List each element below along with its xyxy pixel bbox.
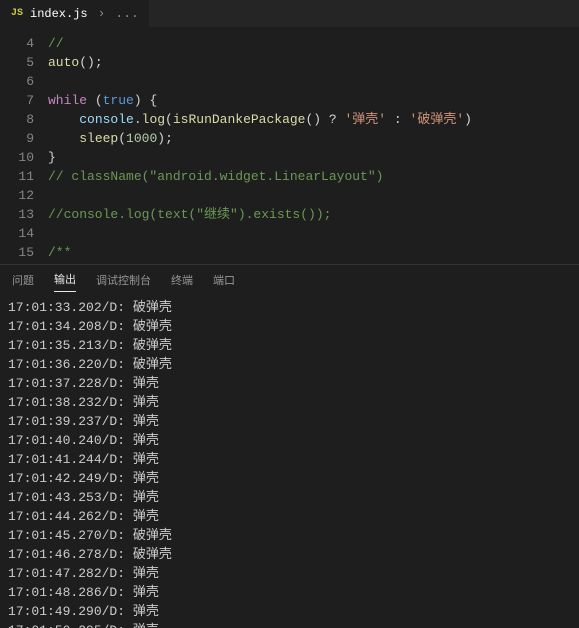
output-line: 17:01:36.220/D: 破弹壳 <box>8 355 571 374</box>
code-line[interactable]: auto(); <box>48 53 579 72</box>
code-line[interactable] <box>48 186 579 205</box>
output-line: 17:01:38.232/D: 弹壳 <box>8 393 571 412</box>
code-line[interactable]: } <box>48 148 579 167</box>
breadcrumb-more[interactable]: ... <box>115 6 138 21</box>
line-number: 10 <box>0 148 34 167</box>
panel-tab-debug-console[interactable]: 调试控制台 <box>96 268 151 292</box>
output-line: 17:01:42.249/D: 弹壳 <box>8 469 571 488</box>
output-line: 17:01:44.262/D: 弹壳 <box>8 507 571 526</box>
line-number: 14 <box>0 224 34 243</box>
output-line: 17:01:43.253/D: 弹壳 <box>8 488 571 507</box>
line-number: 7 <box>0 91 34 110</box>
line-number: 6 <box>0 72 34 91</box>
output-line: 17:01:40.240/D: 弹壳 <box>8 431 571 450</box>
panel-tab-port[interactable]: 端口 <box>213 268 235 292</box>
code-area[interactable]: //auto(); while (true) { console.log(isR… <box>48 28 579 264</box>
code-line[interactable]: // <box>48 34 579 53</box>
output-line: 17:01:33.202/D: 破弹壳 <box>8 298 571 317</box>
code-line[interactable]: /** <box>48 243 579 262</box>
line-number: 11 <box>0 167 34 186</box>
line-number: 5 <box>0 53 34 72</box>
output-line: 17:01:50.295/D: 弹壳 <box>8 621 571 628</box>
line-number: 13 <box>0 205 34 224</box>
panel-tab-problems[interactable]: 问题 <box>12 268 34 292</box>
code-editor[interactable]: 456789101112131415 //auto(); while (true… <box>0 28 579 264</box>
code-line[interactable]: while (true) { <box>48 91 579 110</box>
output-line: 17:01:34.208/D: 破弹壳 <box>8 317 571 336</box>
output-line: 17:01:47.282/D: 弹壳 <box>8 564 571 583</box>
output-line: 17:01:37.228/D: 弹壳 <box>8 374 571 393</box>
code-line[interactable]: // className("android.widget.LinearLayou… <box>48 167 579 186</box>
line-number: 9 <box>0 129 34 148</box>
chevron-right-icon: › <box>98 6 106 21</box>
output-line: 17:01:45.270/D: 破弹壳 <box>8 526 571 545</box>
code-line[interactable]: //console.log(text("继续").exists()); <box>48 205 579 224</box>
line-number: 15 <box>0 243 34 262</box>
panel-tabs: 问题 输出 调试控制台 终端 端口 <box>0 264 579 294</box>
line-number: 4 <box>0 34 34 53</box>
output-line: 17:01:49.290/D: 弹壳 <box>8 602 571 621</box>
code-line[interactable] <box>48 224 579 243</box>
output-line: 17:01:41.244/D: 弹壳 <box>8 450 571 469</box>
output-line: 17:01:46.278/D: 破弹壳 <box>8 545 571 564</box>
output-line: 17:01:35.213/D: 破弹壳 <box>8 336 571 355</box>
code-line[interactable]: sleep(1000); <box>48 129 579 148</box>
output-panel[interactable]: 17:01:33.202/D: 破弹壳17:01:34.208/D: 破弹壳17… <box>0 294 579 628</box>
panel-tab-terminal[interactable]: 终端 <box>171 268 193 292</box>
tab-index-js[interactable]: JS index.js › ... <box>0 0 149 27</box>
panel-tab-output[interactable]: 输出 <box>54 267 76 292</box>
tab-bar: JS index.js › ... <box>0 0 579 28</box>
js-file-icon: JS <box>10 7 24 21</box>
output-line: 17:01:48.286/D: 弹壳 <box>8 583 571 602</box>
line-number-gutter: 456789101112131415 <box>0 28 48 264</box>
output-line: 17:01:39.237/D: 弹壳 <box>8 412 571 431</box>
line-number: 8 <box>0 110 34 129</box>
line-number: 12 <box>0 186 34 205</box>
code-line[interactable]: console.log(isRunDankePackage() ? '弹壳' :… <box>48 110 579 129</box>
tab-filename: index.js <box>30 7 88 21</box>
code-line[interactable] <box>48 72 579 91</box>
